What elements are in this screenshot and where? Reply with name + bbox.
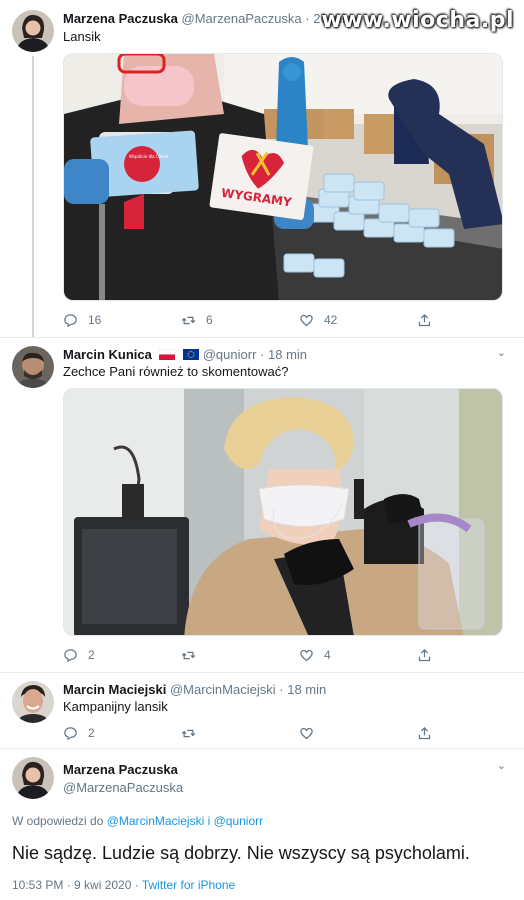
reply-button[interactable]: 2 — [63, 726, 181, 741]
tweet-text: Zechce Pani również to skomentować? — [63, 364, 289, 379]
like-button[interactable]: 4 — [299, 648, 417, 663]
share-icon — [418, 726, 431, 739]
tweet-time[interactable]: 18 min — [287, 682, 326, 697]
heart-icon — [300, 314, 313, 326]
reply-count: 2 — [88, 726, 95, 740]
time-separator: · — [305, 11, 310, 26]
author-handle[interactable]: @quniorr — [203, 347, 257, 362]
reply-icon — [64, 313, 77, 327]
heart-icon — [300, 649, 313, 661]
site-watermark: www.wiocha.pl — [321, 8, 514, 33]
tweet-time[interactable]: 18 min — [268, 347, 307, 362]
tweet-timestamp[interactable]: 10:53 PM · 9 kwi 2020 · — [12, 878, 142, 892]
share-button[interactable] — [417, 726, 524, 741]
retweet-count: 6 — [206, 313, 213, 327]
reply-count: 16 — [88, 313, 102, 327]
retweet-button[interactable] — [181, 726, 299, 741]
main-tweet-text: Nie sądzę. Ludzie są dobrzy. Nie wszyscy… — [12, 843, 470, 863]
reply-icon — [64, 726, 77, 740]
avatar[interactable] — [12, 346, 54, 388]
tweet-actions: 2 — [63, 723, 524, 743]
retweet-icon — [181, 651, 196, 659]
tweet-text: Kampanijny lansik — [63, 699, 168, 714]
tweet-marzena-1[interactable]: Marzena Paczuska @MarzenaPaczuska · 26 m… — [0, 0, 524, 338]
tweet-photo[interactable]: WYGRAMY Wspólnie dla Ciebie — [63, 53, 503, 301]
tweet-photo[interactable] — [63, 388, 503, 636]
share-icon — [418, 648, 431, 661]
author-handle[interactable]: @MarcinMaciejski — [170, 682, 276, 697]
author-name[interactable]: Marzena Paczuska — [63, 11, 178, 26]
poland-flag-icon — [159, 347, 176, 360]
reply-mentions[interactable]: @MarcinMaciejski i @quniorr — [107, 814, 263, 828]
main-tweet: ⌄ Marzena Paczuska @MarzenaPaczuska W od… — [0, 749, 524, 900]
author-name[interactable]: Marzena Paczuska — [63, 761, 183, 779]
like-count: 42 — [324, 313, 338, 327]
eu-flag-icon — [183, 347, 200, 360]
author-handle[interactable]: @MarzenaPaczuska — [182, 11, 302, 26]
share-icon — [418, 313, 431, 326]
retweet-icon — [181, 729, 196, 737]
tweet-actions: 16 6 42 — [63, 310, 524, 330]
tweet-source[interactable]: Twitter for iPhone — [142, 878, 235, 892]
chevron-down-icon[interactable]: ⌄ — [497, 759, 506, 772]
avatar[interactable] — [12, 681, 54, 723]
reply-button[interactable]: 2 — [63, 648, 181, 663]
retweet-button[interactable]: 6 — [181, 313, 299, 328]
like-count: 4 — [324, 648, 331, 662]
thread-line — [32, 56, 34, 338]
reply-button[interactable]: 16 — [63, 313, 181, 328]
avatar[interactable] — [12, 757, 54, 799]
heart-icon — [300, 727, 313, 739]
retweet-button[interactable] — [181, 648, 299, 663]
reply-count: 2 — [88, 648, 95, 662]
like-button[interactable]: 42 — [299, 313, 417, 328]
like-button[interactable] — [299, 726, 417, 741]
reply-prefix: W odpowiedzi do — [12, 814, 104, 828]
mask-label: Wspólnie dla Ciebie — [129, 154, 169, 159]
author-handle[interactable]: @MarzenaPaczuska — [63, 779, 183, 797]
share-button[interactable] — [417, 313, 524, 328]
retweet-icon — [181, 316, 196, 324]
chevron-down-icon[interactable]: ⌄ — [497, 346, 506, 359]
tweet-marcin-kunica[interactable]: ⌄ Marcin Kunica @quniorr · 18 min Zechce… — [0, 338, 524, 668]
tweet-marcin-maciejski[interactable]: Marcin Maciejski @MarcinMaciejski · 18 m… — [0, 673, 524, 748]
author-name[interactable]: Marcin Maciejski — [63, 682, 166, 697]
share-button[interactable] — [417, 648, 524, 663]
time-separator: · — [260, 347, 265, 362]
reply-icon — [64, 648, 77, 662]
avatar[interactable] — [12, 10, 54, 52]
author-name[interactable]: Marcin Kunica — [63, 347, 152, 362]
tweet-text: Lansik — [63, 29, 101, 44]
tweet-actions: 2 4 — [63, 645, 524, 665]
time-separator: · — [279, 682, 284, 697]
